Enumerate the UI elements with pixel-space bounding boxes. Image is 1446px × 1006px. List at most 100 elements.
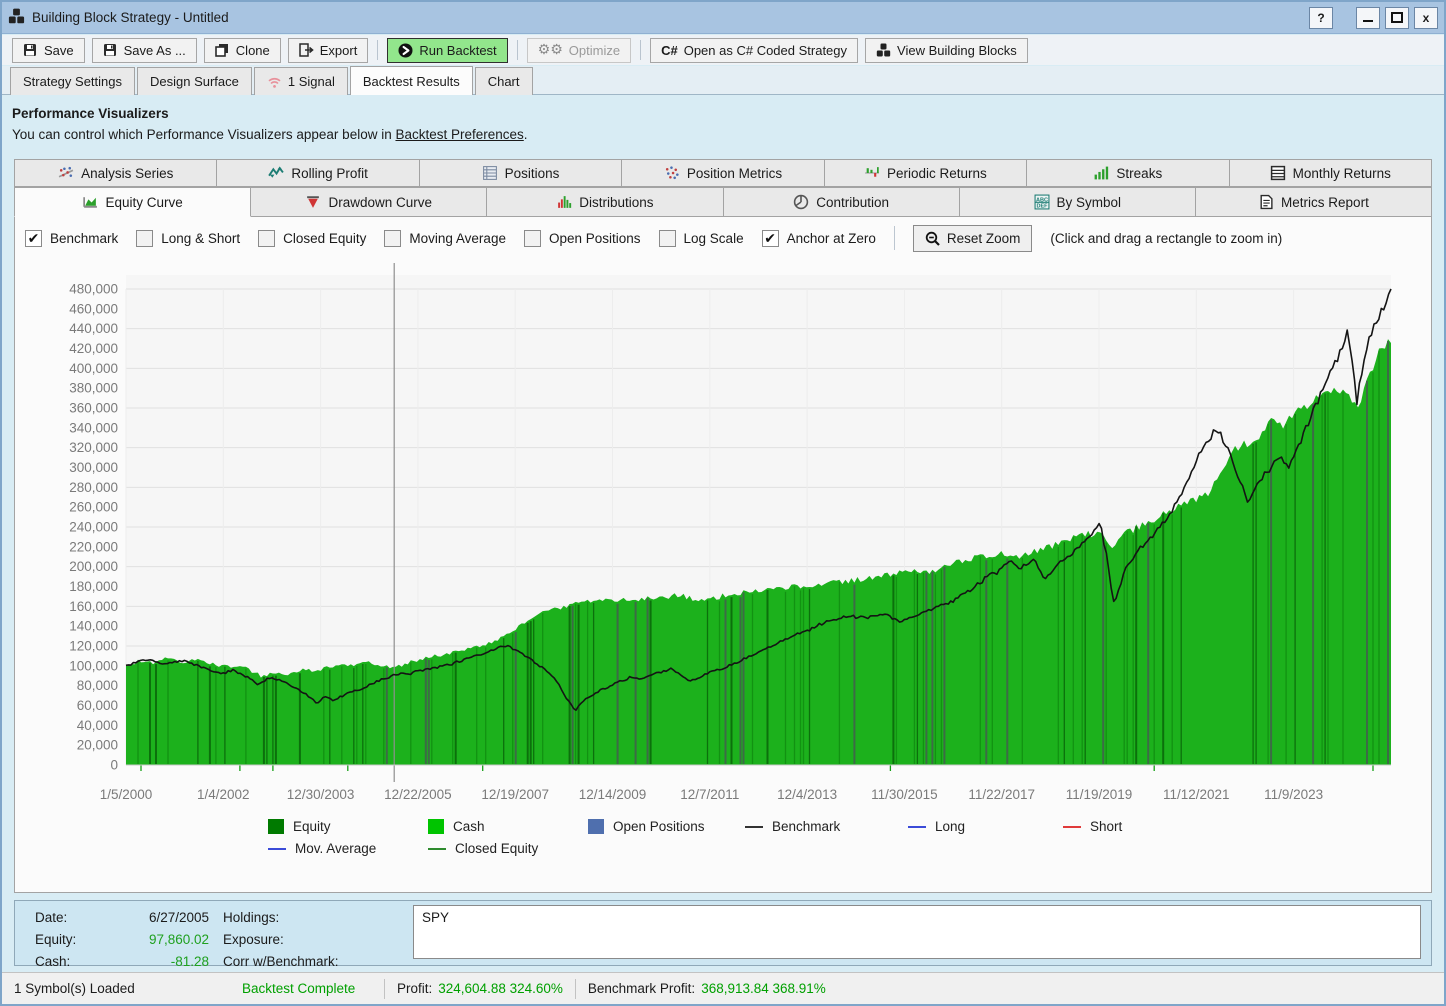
toolbar-separator xyxy=(377,40,378,60)
info-label: Cash: xyxy=(35,951,93,973)
svg-text:480,000: 480,000 xyxy=(69,282,118,297)
tab-1-signal[interactable]: 1 Signal xyxy=(254,67,348,95)
viz-tab-label: Monthly Returns xyxy=(1293,166,1391,181)
legend-item-open-positions: Open Positions xyxy=(588,819,705,834)
tab-strategy-settings[interactable]: Strategy Settings xyxy=(10,67,135,95)
viz-tab-label: Equity Curve xyxy=(105,195,182,210)
viz-tab-monthly-returns[interactable]: Monthly Returns xyxy=(1230,159,1432,187)
reset-zoom-button[interactable]: Reset Zoom xyxy=(913,225,1033,252)
equity-curve-panel: ✔BenchmarkLong & ShortClosed EquityMovin… xyxy=(14,216,1432,893)
contribution-icon xyxy=(793,194,809,210)
viz-tab-drawdown-curve[interactable]: Drawdown Curve xyxy=(251,187,487,217)
backtest-status-text: Backtest Complete xyxy=(242,981,355,996)
svg-text:12/30/2003: 12/30/2003 xyxy=(287,787,355,802)
checkbox-label: Log Scale xyxy=(684,231,744,246)
help-button[interactable]: ? xyxy=(1309,7,1333,29)
periodic-returns-icon xyxy=(864,165,880,181)
svg-text:160,000: 160,000 xyxy=(69,599,118,614)
analysis-series-icon xyxy=(58,165,74,181)
legend-item-closed-equity: Closed Equity xyxy=(428,841,538,856)
profit-label: Profit: xyxy=(397,981,432,996)
maximize-button[interactable] xyxy=(1385,7,1409,29)
checkbox-label: Moving Average xyxy=(409,231,506,246)
performance-visualizers-title: Performance Visualizers xyxy=(12,106,169,121)
checkbox-moving-average[interactable]: Moving Average xyxy=(384,230,506,247)
viz-tab-analysis-series[interactable]: Analysis Series xyxy=(14,159,217,187)
optimize-button[interactable]: ⚙⚙Optimize xyxy=(527,38,631,63)
checkbox-unchecked-icon[interactable] xyxy=(384,230,401,247)
clone-icon xyxy=(215,43,230,58)
viz-tab-position-metrics[interactable]: Position Metrics xyxy=(622,159,824,187)
tab-chart[interactable]: Chart xyxy=(475,67,533,95)
legend-line-short xyxy=(1063,826,1081,828)
checkbox-checked-icon[interactable]: ✔ xyxy=(25,230,42,247)
viz-tab-equity-curve[interactable]: Equity Curve xyxy=(14,187,251,217)
viz-tab-contribution[interactable]: Contribution xyxy=(724,187,960,217)
checkbox-benchmark[interactable]: ✔Benchmark xyxy=(25,230,118,247)
equity-curve-icon xyxy=(82,194,98,210)
viz-tab-label: Metrics Report xyxy=(1281,195,1369,210)
view-building-blocks-button[interactable]: View Building Blocks xyxy=(865,38,1028,63)
save-as-button[interactable]: Save As ... xyxy=(92,38,197,63)
checkbox-open-positions[interactable]: Open Positions xyxy=(524,230,641,247)
checkbox-long-short[interactable]: Long & Short xyxy=(136,230,240,247)
button-label: Clone xyxy=(236,43,270,58)
viz-tab-streaks[interactable]: Streaks xyxy=(1027,159,1229,187)
checkbox-unchecked-icon[interactable] xyxy=(524,230,541,247)
open-as-c-coded-strategy-button[interactable]: C#Open as C# Coded Strategy xyxy=(650,38,858,63)
viz-tab-periodic-returns[interactable]: Periodic Returns xyxy=(825,159,1027,187)
legend-item-benchmark: Benchmark xyxy=(745,819,840,834)
clone-button[interactable]: Clone xyxy=(204,38,281,63)
legend-line-mov-average xyxy=(268,848,286,850)
close-button[interactable]: x xyxy=(1414,7,1438,29)
checkbox-closed-equity[interactable]: Closed Equity xyxy=(258,230,366,247)
reset-zoom-label: Reset Zoom xyxy=(947,231,1021,246)
checkbox-anchor-at-zero[interactable]: ✔Anchor at Zero xyxy=(762,230,876,247)
checkbox-log-scale[interactable]: Log Scale xyxy=(659,230,744,247)
viz-tab-positions[interactable]: Positions xyxy=(420,159,622,187)
save-button[interactable]: Save xyxy=(12,38,85,63)
svg-text:380,000: 380,000 xyxy=(69,381,118,396)
symbol-list-box[interactable]: SPY xyxy=(413,905,1421,959)
run-backtest-button[interactable]: Run Backtest xyxy=(387,38,507,63)
symbols-loaded-text: 1 Symbol(s) Loaded xyxy=(14,981,135,996)
building-blocks-app-icon xyxy=(8,8,25,28)
checkbox-unchecked-icon[interactable] xyxy=(258,230,275,247)
save-icon xyxy=(103,43,118,58)
main-tab-strip: Strategy Settings Design Surface 1 Signal B… xyxy=(2,66,1444,95)
svg-text:120,000: 120,000 xyxy=(69,639,118,654)
viz-tab-distributions[interactable]: Distributions xyxy=(487,187,723,217)
tab-design-surface[interactable]: Design Surface xyxy=(137,67,252,95)
export-button[interactable]: Export xyxy=(288,38,369,63)
viz-tab-rolling-profit[interactable]: Rolling Profit xyxy=(217,159,419,187)
minimize-button[interactable] xyxy=(1356,7,1380,29)
legend-line-closed-equity xyxy=(428,848,446,850)
tab-label: Design Surface xyxy=(150,74,239,89)
tab-label: 1 Signal xyxy=(288,74,335,89)
button-label: Run Backtest xyxy=(419,43,496,58)
subtitle-text: You can control which Performance Visual… xyxy=(12,127,395,142)
chart-area[interactable]: 020,00040,00060,00080,000100,000120,0001… xyxy=(15,259,1431,819)
title-bar[interactable]: Building Block Strategy - Untitled ? x xyxy=(2,2,1444,34)
export-icon xyxy=(299,43,314,58)
legend-item-cash: Cash xyxy=(428,819,485,834)
checkbox-unchecked-icon[interactable] xyxy=(136,230,153,247)
info-label: Holdings: xyxy=(223,907,371,929)
viz-tab-label: Contribution xyxy=(816,195,889,210)
svg-text:400,000: 400,000 xyxy=(69,361,118,376)
backtest-preferences-link[interactable]: Backtest Preferences xyxy=(395,127,523,142)
svg-text:11/30/2015: 11/30/2015 xyxy=(871,787,938,802)
visualizer-tabs-row1: Analysis SeriesRolling ProfitPositionsPo… xyxy=(14,159,1432,187)
checkbox-label: Closed Equity xyxy=(283,231,366,246)
viz-tab-label: Distributions xyxy=(579,195,653,210)
checkbox-checked-icon[interactable]: ✔ xyxy=(762,230,779,247)
viz-tab-metrics-report[interactable]: Metrics Report xyxy=(1196,187,1432,217)
button-label: Save xyxy=(44,43,74,58)
svg-text:12/4/2013: 12/4/2013 xyxy=(777,787,837,802)
info-value: 6/27/2005 xyxy=(107,907,209,929)
checkbox-unchecked-icon[interactable] xyxy=(659,230,676,247)
subtitle-period: . xyxy=(524,127,528,142)
viz-tab-by-symbol[interactable]: ABCDEFBy Symbol xyxy=(960,187,1196,217)
svg-text:360,000: 360,000 xyxy=(69,401,118,416)
tab-backtest-results[interactable]: Backtest Results xyxy=(350,66,473,95)
